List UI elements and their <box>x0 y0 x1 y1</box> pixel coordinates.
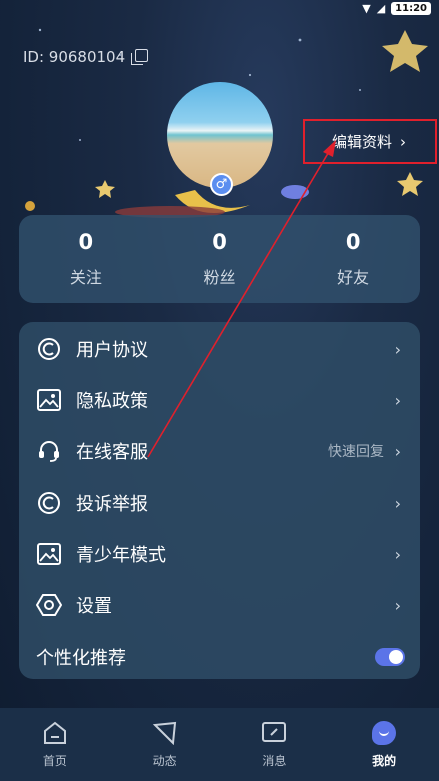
status-time: 11:20 <box>391 2 431 15</box>
menu-item-label: 隐私政策 <box>76 391 148 412</box>
stat-value: 0 <box>78 230 94 254</box>
menu-item-personalized-recommend: 个性化推荐 <box>19 632 420 682</box>
menu-item-settings[interactable]: 设置 › <box>19 580 420 630</box>
home-icon <box>41 720 69 746</box>
status-icons: ▼ ◢ 11:20 <box>362 2 431 15</box>
male-gender-icon: ♂ <box>210 173 233 196</box>
me-icon <box>370 720 398 746</box>
menu-item-label: 用户协议 <box>76 340 148 361</box>
settings-hexagon-icon <box>36 592 62 618</box>
chevron-right-icon: › <box>394 339 401 359</box>
edit-profile-label: 编辑资料 <box>332 133 393 151</box>
menu-item-label: 设置 <box>76 596 112 617</box>
image-icon <box>36 387 62 413</box>
copy-icon[interactable] <box>131 49 149 65</box>
chevron-right-icon: › <box>394 595 401 615</box>
menu-item-label: 青少年模式 <box>76 545 166 566</box>
stat-friends[interactable]: 0 好友 <box>286 215 420 303</box>
nav-item-me[interactable]: 我的 <box>329 708 439 781</box>
chevron-right-icon: › <box>394 390 401 410</box>
moon-icon <box>175 190 250 213</box>
star-icon <box>382 30 428 72</box>
status-bar: ▼ ◢ 11:20 <box>0 0 439 18</box>
quick-reply-hint: 快速回复 <box>328 444 384 460</box>
nav-label: 我的 <box>372 754 397 768</box>
edit-profile-button[interactable]: 编辑资料 › <box>303 119 437 164</box>
user-id-text: ID: 90680104 <box>23 48 126 66</box>
star-icon <box>95 180 115 198</box>
menu-item-privacy-policy[interactable]: 隐私政策 › <box>19 375 420 425</box>
star-icon <box>397 172 423 196</box>
menu-item-label: 在线客服 <box>76 442 148 463</box>
nav-item-home[interactable]: 首页 <box>0 708 110 781</box>
chevron-right-icon: › <box>394 441 401 461</box>
wifi-icon: ▼ <box>362 2 371 15</box>
nav-label: 动态 <box>152 754 177 768</box>
stat-value: 0 <box>345 230 361 254</box>
image-icon <box>36 541 62 567</box>
menu-item-label: 个性化推荐 <box>36 648 126 669</box>
user-id-row: ID: 90680104 <box>23 48 149 66</box>
stat-label: 好友 <box>337 268 370 287</box>
stat-following[interactable]: 0 关注 <box>19 215 153 303</box>
chevron-right-icon: › <box>394 493 401 513</box>
menu-item-user-agreement[interactable]: 用户协议 › <box>19 324 420 374</box>
bottom-nav: 首页 动态 消息 我的 <box>0 708 439 781</box>
menu-item-youth-mode[interactable]: 青少年模式 › <box>19 529 420 579</box>
stat-fans[interactable]: 0 粉丝 <box>153 215 287 303</box>
chevron-right-icon: › <box>400 132 407 151</box>
nav-item-moments[interactable]: 动态 <box>110 708 220 781</box>
headset-icon <box>36 438 62 464</box>
stat-label: 关注 <box>69 268 102 287</box>
message-icon <box>260 720 288 746</box>
recommend-toggle[interactable] <box>375 648 405 666</box>
menu-item-label: 投诉举报 <box>76 494 148 515</box>
protocol-circle-icon <box>36 336 62 362</box>
stat-value: 0 <box>212 230 227 254</box>
signal-icon: ◢ <box>376 2 386 15</box>
report-circle-icon <box>36 490 62 516</box>
menu-card: 用户协议 › 隐私政策 › 在线客服 快速回复 › 投诉举报 › 青少年模式 › <box>19 322 420 679</box>
nav-label: 消息 <box>262 754 287 768</box>
menu-item-online-service[interactable]: 在线客服 快速回复 › <box>19 426 420 476</box>
menu-item-report[interactable]: 投诉举报 › <box>19 478 420 528</box>
chevron-right-icon: › <box>394 544 401 564</box>
nav-label: 首页 <box>42 754 67 768</box>
stat-label: 粉丝 <box>203 268 236 287</box>
moments-icon <box>151 720 179 746</box>
stats-card: 0 关注 0 粉丝 0 好友 <box>19 215 420 303</box>
nav-item-messages[interactable]: 消息 <box>220 708 330 781</box>
